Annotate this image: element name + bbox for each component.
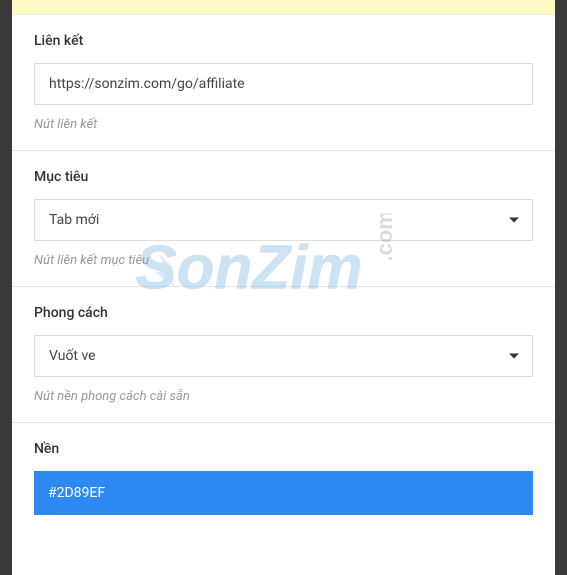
link-label: Liên kết bbox=[34, 33, 533, 49]
notice-bar bbox=[12, 0, 555, 15]
link-section: Liên kết Nút liên kết bbox=[12, 15, 555, 151]
target-help-text: Nút liên kết mục tiêu bbox=[34, 253, 533, 268]
background-section: Nền bbox=[12, 423, 555, 533]
background-label: Nền bbox=[34, 441, 533, 457]
style-label: Phong cách bbox=[34, 305, 533, 321]
target-label: Mục tiêu bbox=[34, 169, 533, 185]
link-input[interactable] bbox=[34, 63, 533, 105]
target-section: Mục tiêu Tab mới Nút liên kết mục tiêu bbox=[12, 151, 555, 287]
background-color-input[interactable] bbox=[34, 471, 533, 515]
style-select-wrapper: Vuốt ve bbox=[34, 335, 533, 377]
target-select-wrapper: Tab mới bbox=[34, 199, 533, 241]
style-section: Phong cách Vuốt ve Nút nền phong cách cà… bbox=[12, 287, 555, 423]
settings-modal: Liên kết Nút liên kết Mục tiêu Tab mới N… bbox=[12, 0, 555, 575]
style-help-text: Nút nền phong cách cài sẵn bbox=[34, 389, 533, 404]
target-select[interactable]: Tab mới bbox=[34, 199, 533, 241]
style-select[interactable]: Vuốt ve bbox=[34, 335, 533, 377]
link-help-text: Nút liên kết bbox=[34, 117, 533, 132]
